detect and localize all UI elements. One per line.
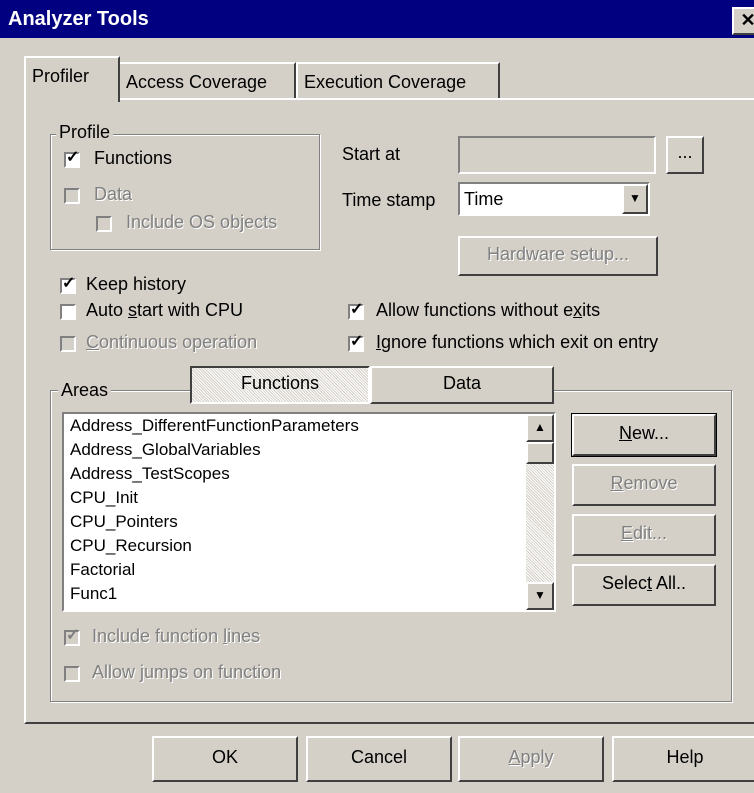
continuous-operation-label: Continuous operation xyxy=(86,332,258,352)
scroll-down-icon[interactable]: ▼ xyxy=(526,582,554,610)
include-os-checkbox[interactable] xyxy=(96,216,112,232)
allow-jumps-checkbox[interactable] xyxy=(64,666,80,682)
profiler-panel: Profile ✓ Functions Data Include OS obje… xyxy=(24,98,754,724)
scroll-up-icon[interactable]: ▲ xyxy=(526,414,554,442)
apply-button[interactable]: Apply xyxy=(458,736,604,782)
select-all-button[interactable]: Select All.. xyxy=(572,564,716,606)
areas-tab-functions[interactable]: Functions xyxy=(190,366,370,404)
data-checkbox[interactable] xyxy=(64,188,80,204)
list-item[interactable]: Address_DifferentFunctionParameters xyxy=(70,416,359,436)
functions-listbox[interactable]: Address_DifferentFunctionParameters Addr… xyxy=(62,412,556,612)
list-item[interactable]: Factorial xyxy=(70,560,135,580)
window-title: Analyzer Tools xyxy=(8,8,149,30)
include-lines-label: Include function lines xyxy=(92,626,261,646)
hardware-setup-button[interactable]: Hardware setup... xyxy=(458,236,658,276)
functions-checkbox[interactable]: ✓ xyxy=(64,149,80,168)
auto-start-checkbox[interactable] xyxy=(60,304,76,320)
keep-history-label: Keep history xyxy=(86,274,187,294)
include-lines-checkbox[interactable]: ✓ xyxy=(64,627,80,646)
title-bar[interactable]: Analyzer Tools ✕ xyxy=(0,0,754,38)
areas-tab-functions-label: Functions xyxy=(240,373,320,393)
areas-group-label: Areas xyxy=(58,380,112,401)
list-item[interactable]: CPU_Pointers xyxy=(70,512,178,532)
new-button[interactable]: New... xyxy=(571,413,717,457)
edit-button[interactable]: Edit... xyxy=(572,514,716,556)
list-item[interactable]: CPU_Init xyxy=(70,488,138,508)
tab-access-coverage[interactable]: Access Coverage xyxy=(118,62,296,100)
time-stamp-select[interactable]: Time ▼ xyxy=(458,182,650,216)
list-item[interactable]: Address_TestScopes xyxy=(70,464,230,484)
allow-no-exits-checkbox[interactable]: ✓ xyxy=(348,301,364,320)
chevron-down-icon[interactable]: ▼ xyxy=(622,184,648,214)
start-at-browse-button[interactable]: ... xyxy=(666,136,704,174)
functions-label: Functions xyxy=(94,148,173,168)
list-item[interactable]: Address_GlobalVariables xyxy=(70,440,261,460)
areas-tab-data-label: Data xyxy=(442,373,482,393)
tab-profiler-label: Profiler xyxy=(32,66,90,86)
time-stamp-label: Time stamp xyxy=(342,190,436,210)
profile-group-label: Profile xyxy=(56,122,114,143)
start-at-label: Start at xyxy=(342,144,401,164)
ignore-exit-checkbox[interactable]: ✓ xyxy=(348,333,364,352)
cancel-button[interactable]: Cancel xyxy=(306,736,452,782)
close-icon[interactable]: ✕ xyxy=(732,7,754,35)
continuous-operation-checkbox[interactable] xyxy=(60,336,76,352)
ok-button[interactable]: OK xyxy=(152,736,298,782)
tab-profiler[interactable]: Profiler xyxy=(24,56,120,102)
allow-no-exits-label: Allow functions without exits xyxy=(376,300,601,320)
tab-execution-coverage-label: Execution Coverage xyxy=(304,72,467,92)
areas-tab-data[interactable]: Data xyxy=(370,366,554,404)
list-item[interactable]: CPU_Recursion xyxy=(70,536,192,556)
auto-start-label: Auto start with CPU xyxy=(86,300,244,320)
list-item[interactable]: Func1 xyxy=(70,584,117,604)
include-os-label: Include OS objects xyxy=(126,212,278,232)
remove-button[interactable]: Remove xyxy=(572,464,716,506)
time-stamp-value: Time xyxy=(464,189,504,209)
tab-access-coverage-label: Access Coverage xyxy=(126,72,268,92)
allow-jumps-label: Allow jumps on function xyxy=(92,662,282,682)
tab-execution-coverage[interactable]: Execution Coverage xyxy=(296,62,500,100)
start-at-input[interactable] xyxy=(458,136,656,174)
scroll-thumb[interactable] xyxy=(526,442,554,464)
ignore-exit-label: Ignore functions which exit on entry xyxy=(376,332,659,352)
help-button[interactable]: Help xyxy=(612,736,754,782)
data-label: Data xyxy=(94,184,133,204)
keep-history-checkbox[interactable]: ✓ xyxy=(60,275,76,294)
